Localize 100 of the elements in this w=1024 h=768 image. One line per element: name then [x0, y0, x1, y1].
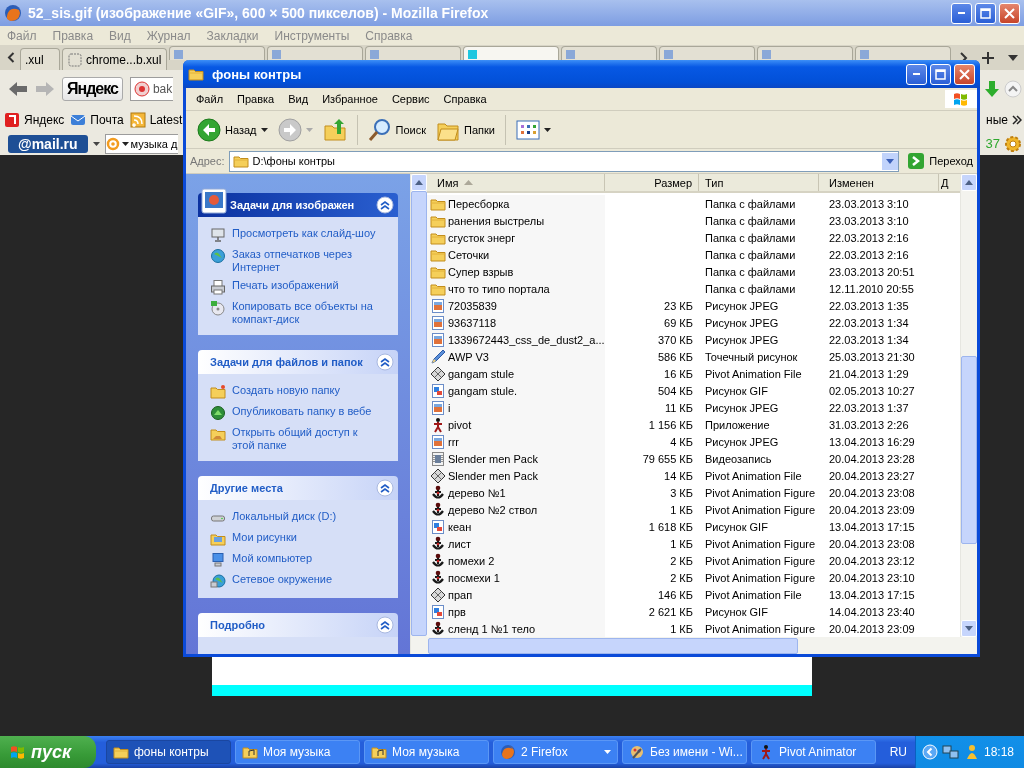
globe-icon [210, 405, 226, 421]
browser-tab[interactable] [267, 46, 364, 60]
dropdown-arrow-icon[interactable] [92, 141, 100, 146]
menu-item[interactable]: Справка [443, 93, 487, 105]
scroll-up-icon[interactable] [415, 180, 423, 185]
file-name[interactable]: прап [448, 588, 473, 601]
collapse-icon[interactable] [376, 616, 394, 634]
browser-tab[interactable] [463, 46, 560, 60]
task-link[interactable]: Сетевое окружение [232, 573, 382, 586]
file-name[interactable]: pivot [448, 418, 472, 431]
download-icon[interactable] [984, 80, 1000, 98]
collapse-icon[interactable] [376, 196, 394, 214]
maximize-button[interactable] [930, 63, 951, 85]
browser-tab[interactable] [365, 46, 462, 60]
scroll-down-icon[interactable] [965, 626, 973, 631]
pane-header[interactable]: Подробно [198, 613, 398, 637]
taskbar-button[interactable]: Pivot Animator [751, 740, 876, 764]
column-header[interactable]: Размер [605, 174, 699, 191]
close-button[interactable] [999, 2, 1020, 24]
close-button[interactable] [954, 63, 975, 85]
task-link[interactable]: Создать новую папку [232, 384, 382, 397]
taskbar-button[interactable]: 2 Firefox [493, 740, 618, 764]
taskbar-button[interactable]: Моя музыка [364, 740, 489, 764]
search-engine-button[interactable]: Яндекс [62, 77, 123, 101]
double-chevron-icon[interactable] [1012, 115, 1022, 125]
collapse-icon[interactable] [376, 479, 394, 497]
mail-logo[interactable]: @mail.ru [8, 134, 88, 153]
minimize-button[interactable] [951, 2, 972, 24]
network-icon[interactable] [941, 744, 960, 760]
browser-tab[interactable] [659, 46, 756, 60]
scroll-thumb[interactable] [961, 356, 977, 544]
menu-item[interactable]: Вид [288, 93, 309, 105]
file-name[interactable]: i [448, 401, 451, 414]
column-header[interactable]: Д [939, 174, 960, 191]
file-name[interactable]: прв [448, 605, 466, 618]
bookmark-link[interactable]: ные [986, 113, 1008, 127]
minimize-button[interactable] [906, 63, 927, 85]
scrollbar[interactable] [427, 637, 977, 654]
go-button[interactable]: Переход [903, 152, 977, 170]
task-link[interactable]: Открыть общий доступ к этой папке [232, 426, 382, 452]
browser-tab[interactable] [561, 46, 658, 60]
maximize-button[interactable] [975, 2, 996, 24]
gear-icon[interactable] [1004, 134, 1022, 153]
address-field[interactable]: bak [129, 77, 174, 101]
task-link[interactable]: Опубликовать папку в вебе [232, 405, 382, 418]
menu-item[interactable]: Избранное [322, 93, 378, 105]
scrollbar[interactable] [960, 174, 977, 637]
task-link[interactable]: Заказ отпечатков через Интернет [232, 248, 382, 274]
file-type: Приложение [704, 418, 771, 431]
folders-button[interactable]: Папки [433, 115, 498, 144]
menu-item[interactable]: Файл [196, 93, 224, 105]
start-button[interactable]: пуск [0, 736, 96, 768]
menu-item[interactable]: Правка [237, 93, 275, 105]
file-name[interactable]: rrr [448, 435, 459, 448]
modified-date: 22.03.2013 2:16 [828, 231, 910, 244]
browser-tab[interactable] [169, 46, 266, 60]
scroll-thumb[interactable] [428, 637, 798, 654]
file-name[interactable]: AWP V3 [448, 350, 489, 363]
file-name[interactable]: кеан [448, 520, 472, 533]
back-icon[interactable] [8, 81, 28, 97]
taskbar-button[interactable]: фоны контры [106, 740, 231, 764]
scroll-up-icon[interactable] [1004, 80, 1022, 98]
browser-tab[interactable]: .xul [20, 48, 60, 70]
square-icon [762, 50, 772, 59]
taskbar-button[interactable]: Без имени - Wi... [622, 740, 747, 764]
file-name[interactable]: Сеточки [448, 248, 490, 261]
language-indicator[interactable]: RU [889, 745, 915, 759]
search-field[interactable]: музыка д [104, 133, 179, 154]
column-header[interactable]: Имя [427, 174, 605, 191]
browser-tab[interactable]: chrome...b.xul [62, 48, 168, 70]
taskbar-button[interactable]: Моя музыка [235, 740, 360, 764]
column-header[interactable]: Изменен [819, 174, 939, 191]
browser-tab[interactable] [757, 46, 854, 60]
pane-header[interactable]: Другие места [198, 476, 398, 500]
chevron-left-icon[interactable] [921, 744, 938, 760]
bookmark[interactable]: Почта [70, 112, 124, 128]
bookmark[interactable]: Latest [129, 112, 183, 128]
task-link[interactable]: Локальный диск (D:) [232, 510, 382, 523]
pencil-icon [430, 348, 446, 365]
column-header[interactable]: Тип [699, 174, 819, 191]
scroll-up-icon[interactable] [965, 180, 973, 185]
collapse-icon[interactable] [376, 353, 394, 371]
address-field[interactable]: D:\фоны контры [228, 150, 900, 172]
task-link[interactable]: Копировать все объекты на компакт-диск [232, 300, 382, 326]
dropdown-arrow-icon[interactable] [886, 158, 895, 164]
maximize-icon [935, 68, 946, 80]
dropdown-arrow-icon[interactable] [1008, 54, 1018, 61]
menu-item[interactable]: Сервис [391, 93, 430, 105]
pane-header[interactable]: Задачи для файлов и папок [198, 350, 398, 374]
task-link[interactable]: Печать изображений [232, 279, 382, 292]
bookmark[interactable]: Яндекс [4, 112, 65, 128]
back-button[interactable]: Назад [194, 115, 271, 144]
file-type: Рисунок GIF [704, 605, 769, 618]
search-button[interactable]: Поиск [364, 115, 429, 144]
plus-icon[interactable] [982, 51, 994, 64]
task-link[interactable]: Мои рисунки [232, 531, 382, 544]
file-type: Pivot Animation File [704, 367, 803, 380]
task-link[interactable]: Мой компьютер [232, 552, 382, 565]
task-link[interactable]: Просмотреть как слайд-шоу [232, 227, 382, 240]
file-name[interactable]: лист [448, 537, 472, 550]
